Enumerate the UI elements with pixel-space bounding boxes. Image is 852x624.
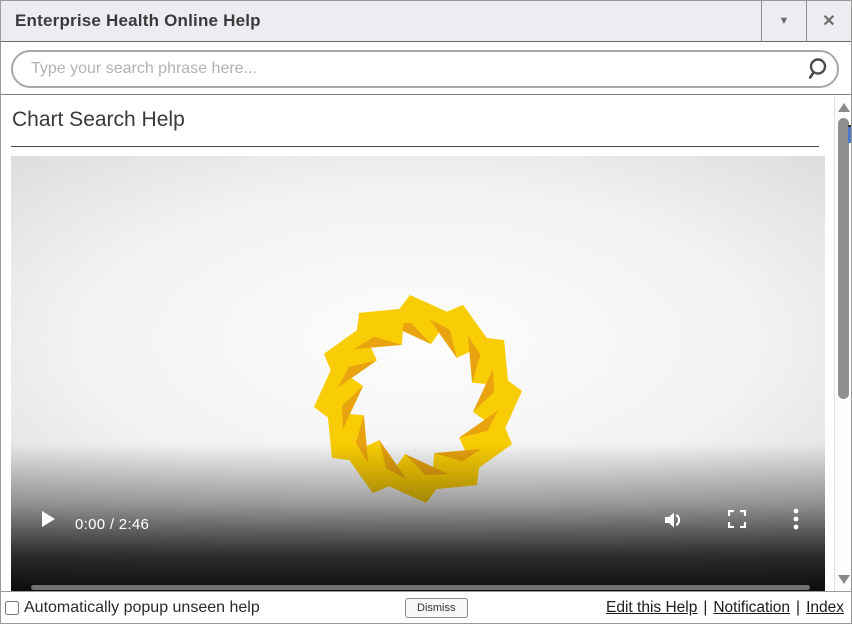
scroll-up-arrow-icon[interactable] bbox=[838, 103, 850, 112]
link-separator: | bbox=[796, 599, 800, 617]
volume-button[interactable] bbox=[663, 511, 685, 534]
kebab-menu-icon bbox=[793, 508, 799, 530]
scroll-down-arrow-icon[interactable] bbox=[838, 575, 850, 584]
close-icon: ✕ bbox=[822, 11, 835, 31]
edit-help-link[interactable]: Edit this Help bbox=[606, 599, 697, 617]
search-icon bbox=[806, 57, 829, 81]
index-link[interactable]: Index bbox=[806, 599, 844, 617]
auto-popup-label: Automatically popup unseen help bbox=[24, 599, 260, 617]
titlebar: Enterprise Health Online Help ▼ ✕ bbox=[1, 1, 851, 42]
clipped-link-fragment bbox=[848, 125, 851, 143]
footer-links: Edit this Help | Notification | Index bbox=[606, 592, 844, 624]
close-button[interactable]: ✕ bbox=[806, 1, 851, 41]
fullscreen-button[interactable] bbox=[728, 510, 746, 533]
help-video-player[interactable]: 0:00 / 2:46 bbox=[11, 156, 825, 593]
scrollbar-thumb[interactable] bbox=[838, 118, 849, 399]
link-separator: | bbox=[703, 599, 707, 617]
collapse-button[interactable]: ▼ bbox=[761, 1, 806, 41]
video-progress-bar[interactable] bbox=[31, 585, 810, 590]
notification-link[interactable]: Notification bbox=[713, 599, 790, 617]
page-title: Chart Search Help bbox=[12, 108, 185, 132]
play-icon bbox=[41, 511, 55, 527]
play-button[interactable] bbox=[41, 511, 55, 532]
search-input[interactable] bbox=[13, 60, 797, 78]
window-title: Enterprise Health Online Help bbox=[1, 1, 761, 41]
help-content-area: Chart Search Help bbox=[1, 95, 851, 593]
vertical-scrollbar[interactable] bbox=[834, 96, 851, 593]
footer-bar: Automatically popup unseen help Dismiss … bbox=[1, 591, 851, 623]
search-button[interactable] bbox=[797, 57, 837, 81]
video-time-display: 0:00 / 2:46 bbox=[75, 516, 149, 533]
heading-divider bbox=[11, 146, 819, 147]
search-pill bbox=[11, 50, 839, 88]
dismiss-button[interactable]: Dismiss bbox=[405, 598, 468, 618]
more-options-button[interactable] bbox=[793, 508, 799, 535]
help-window: Enterprise Health Online Help ▼ ✕ Chart … bbox=[0, 0, 852, 624]
search-bar-row bbox=[1, 43, 851, 95]
volume-icon bbox=[663, 511, 685, 529]
chevron-down-icon: ▼ bbox=[779, 15, 790, 27]
fullscreen-icon bbox=[728, 510, 746, 528]
auto-popup-checkbox[interactable] bbox=[5, 601, 19, 615]
